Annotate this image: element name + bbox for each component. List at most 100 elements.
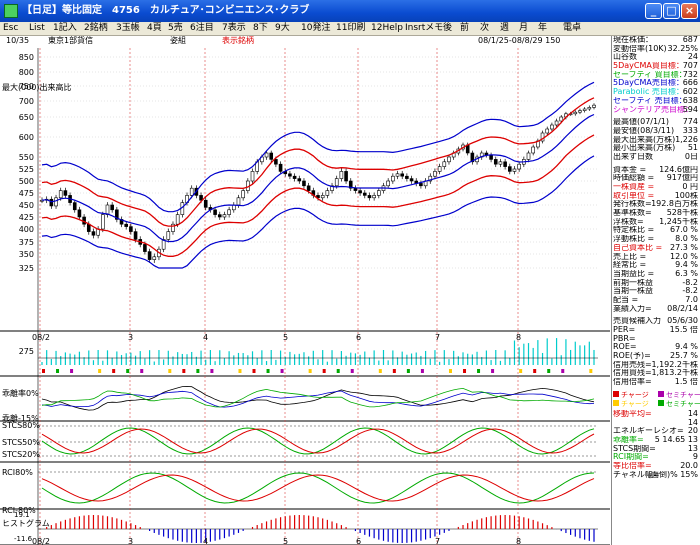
candle-body bbox=[405, 175, 409, 179]
candle-body bbox=[86, 223, 91, 232]
menu-insert-memo[interactable]: Insrtメモ bbox=[405, 22, 443, 35]
info-row: 売上比 = 12.0 % bbox=[612, 253, 700, 262]
x-tick-label-bottom: 08/2 bbox=[32, 537, 50, 545]
info-row: 売買候補入力 05/6/30 bbox=[612, 317, 700, 326]
candle-body bbox=[175, 214, 180, 225]
info-value: 32.25% bbox=[667, 44, 698, 53]
menu-sell[interactable]: 5売 bbox=[168, 22, 183, 35]
info-label: シャンデリア売目標： bbox=[613, 105, 693, 114]
menu-calculator[interactable]: 電卓 bbox=[563, 22, 581, 35]
info-row: シャンデリア売目標： 594 bbox=[612, 106, 700, 115]
info-row: 最小出来高(万株) 51 bbox=[612, 144, 700, 153]
menu-back[interactable]: 後 bbox=[443, 22, 452, 35]
header-time: 10/35 bbox=[6, 36, 30, 45]
info-label: 最小出来高(万株) bbox=[613, 144, 676, 153]
info-label: 信用買残= bbox=[613, 369, 652, 378]
info-row: 移動平均= 14 bbox=[612, 410, 700, 419]
menu-watch[interactable]: 6注目 bbox=[190, 22, 214, 35]
window-titlebar: 【日足】等比固定 4756 カルチュア･コンビニエンス･クラブ _ □ × bbox=[0, 0, 700, 22]
deviation-line bbox=[41, 386, 595, 411]
candle-body bbox=[419, 183, 423, 187]
menu-week[interactable]: 週 bbox=[500, 22, 509, 35]
info-label: 最安値(08/3/11) bbox=[613, 126, 675, 135]
signal-marker bbox=[280, 369, 284, 373]
info-label: ROE(予)= bbox=[613, 352, 651, 361]
info-row: 当期一株益 -8.2 bbox=[612, 287, 700, 296]
info-row: 資本金 = 124.6億円 bbox=[612, 166, 700, 175]
signal-marker bbox=[547, 369, 551, 373]
signal-marker bbox=[589, 369, 593, 373]
info-label: 取引単位 = bbox=[613, 191, 655, 200]
info-value: 20.0 bbox=[680, 461, 698, 470]
info-value: 1,813.2千株 bbox=[651, 369, 698, 378]
candle-body bbox=[592, 104, 596, 108]
info-value: 05/6/30 bbox=[667, 317, 698, 326]
menu-page[interactable]: 4頁 bbox=[147, 22, 162, 35]
menu-positions[interactable]: 3玉帳 bbox=[116, 22, 140, 35]
x-tick-label: 8 bbox=[516, 333, 521, 342]
x-tick-label-bottom: 3 bbox=[128, 537, 133, 545]
price-tick-label: 500 bbox=[19, 177, 34, 186]
menu-year[interactable]: 年 bbox=[538, 22, 547, 35]
info-value: 192.8百万株 bbox=[651, 200, 698, 209]
stock-chart[interactable]: 8508007507006506005505255004754504254003… bbox=[0, 36, 610, 545]
candle-body bbox=[517, 163, 521, 170]
stoch-label: STCS20% bbox=[2, 450, 40, 459]
info-label: 5DayCMA買目標： bbox=[613, 62, 684, 71]
info-label: 自己資本比 = bbox=[613, 243, 663, 252]
info-value: 15.5 倍 bbox=[669, 326, 698, 334]
menu-display[interactable]: 7表示 bbox=[222, 22, 246, 35]
menu-help[interactable]: 12Help bbox=[371, 22, 403, 35]
candle-body bbox=[344, 171, 348, 182]
info-row: PER= 15.5 倍 bbox=[612, 326, 700, 335]
candle-body bbox=[573, 111, 578, 115]
minimize-button[interactable]: _ bbox=[645, 3, 662, 19]
candle-body bbox=[278, 163, 283, 172]
menu-next[interactable]: 次 bbox=[480, 22, 489, 35]
menu-down[interactable]: 8下 bbox=[253, 22, 268, 35]
candle-body bbox=[367, 195, 372, 199]
signal-marker bbox=[378, 369, 382, 373]
info-row: 14 bbox=[612, 419, 700, 428]
price-tick-label: 450 bbox=[19, 201, 34, 210]
info-label: 最高値(07/1/1) bbox=[613, 118, 669, 127]
signal-marker bbox=[561, 369, 565, 373]
menu-large[interactable]: 9大 bbox=[275, 22, 290, 35]
info-row: 発行株数= 192.8百万株 bbox=[612, 200, 700, 209]
menu-month[interactable]: 月 bbox=[519, 22, 528, 35]
candle-body bbox=[91, 231, 96, 236]
info-row: セーフティ 買目標： 732 bbox=[612, 71, 700, 80]
info-label: 配当 = bbox=[613, 295, 639, 304]
info-row: 自己資本比 = 27.3 % bbox=[612, 244, 700, 253]
info-value: 124.6億円 bbox=[659, 165, 698, 174]
candle-body bbox=[433, 171, 437, 177]
menu-symbol[interactable]: 2銘柄 bbox=[84, 22, 108, 35]
menu-order[interactable]: 10発注 bbox=[301, 22, 330, 35]
menu-record[interactable]: 1記入 bbox=[53, 22, 77, 35]
candle-body bbox=[587, 107, 592, 110]
info-panel: 現在株価： 687 変動倍率(10K) 32.25% 山谷数 24 5DayCMA買目標： 7… bbox=[611, 36, 700, 545]
candle-body bbox=[105, 204, 110, 215]
candle-body bbox=[395, 173, 400, 177]
menu-esc[interactable]: Esc bbox=[3, 22, 18, 35]
info-label: 発行株数= bbox=[613, 200, 652, 209]
menu-print[interactable]: 11印刷 bbox=[336, 22, 365, 35]
rci-label: RCI80% bbox=[2, 468, 33, 477]
stoch-k-line bbox=[41, 427, 595, 455]
candle-body bbox=[503, 161, 507, 167]
menu-prev[interactable]: 前 bbox=[460, 22, 469, 35]
info-value: 732 bbox=[682, 70, 698, 79]
legend-swatch bbox=[613, 399, 619, 406]
menu-list[interactable]: List bbox=[29, 22, 45, 35]
signal-marker bbox=[238, 369, 242, 373]
close-button[interactable]: × bbox=[681, 3, 698, 19]
candle-body bbox=[236, 197, 241, 206]
signal-marker bbox=[126, 369, 130, 373]
x-tick-label: 6 bbox=[356, 333, 361, 342]
maximize-button[interactable]: □ bbox=[663, 3, 680, 19]
chart-area[interactable]: 850 800 750 700 650 600 550 525 500 475 450 425 400 3… bbox=[0, 36, 610, 545]
price-tick-label: 850 bbox=[19, 53, 34, 62]
info-row: Parabolic 売目標： 602 bbox=[612, 88, 700, 97]
candle-body bbox=[77, 209, 82, 218]
header-market: 東京1部貨信 bbox=[48, 36, 94, 45]
